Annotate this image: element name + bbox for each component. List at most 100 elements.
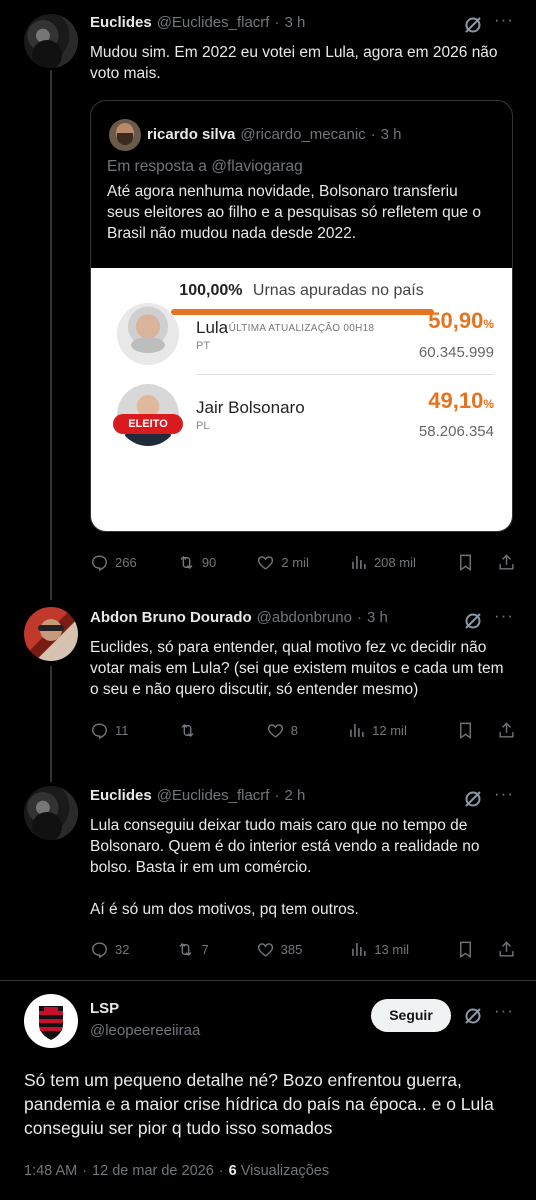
divider <box>0 980 536 981</box>
like-button[interactable]: 8 <box>266 721 298 740</box>
grok-icon[interactable] <box>463 1006 483 1026</box>
text-line: Mudou sim. Em 2022 eu votei em Lula, ago… <box>90 44 498 61</box>
text-line: Lula conseguiu deixar tudo mais caro que… <box>90 817 468 834</box>
candidate-votes: 58.206.354 <box>418 423 494 440</box>
percent-sign: % <box>483 397 494 411</box>
tweet-actions: 11 8 12 mil <box>90 719 516 741</box>
candidate-name: Jair Bolsonaro <box>196 398 305 417</box>
views-count: 6 <box>228 1163 237 1179</box>
author-name[interactable]: Abdon Bruno Dourado <box>90 609 252 626</box>
text-line: o seu e não quero discutir, só entender … <box>90 681 419 698</box>
author-handle[interactable]: @leopeereeiiraa <box>90 1022 200 1039</box>
reply-count: 266 <box>115 554 137 570</box>
post-text: Só tem um pequeno detalhe né? Bozo enfre… <box>24 1068 524 1140</box>
separator-dot: · <box>82 1163 88 1179</box>
avatar[interactable] <box>24 607 78 661</box>
reply-count: 32 <box>115 941 130 957</box>
text-line: voto mais. <box>90 65 161 82</box>
share-icon[interactable] <box>497 553 516 572</box>
candidate-percent: 50,90% <box>428 308 494 334</box>
quoted-tweet[interactable]: ricardo silva @ricardo_mecanic · 3 h Em … <box>90 100 513 532</box>
reply-button[interactable]: 266 <box>90 553 137 572</box>
post-time[interactable]: 1:48 AM <box>24 1163 77 1179</box>
like-icon <box>257 942 273 957</box>
views-button[interactable]: 12 mil <box>347 721 407 740</box>
grok-icon[interactable] <box>463 15 483 35</box>
views-icon <box>350 723 364 737</box>
election-results-card: 100,00% Urnas apuradas no país ÚLTIMA AT… <box>91 268 512 531</box>
candidate-photo-lula <box>117 303 179 365</box>
more-icon[interactable]: ··· <box>494 10 514 30</box>
share-icon[interactable] <box>497 721 516 740</box>
author-name[interactable]: Euclides <box>90 787 152 804</box>
views-icon <box>352 942 366 956</box>
post-date[interactable]: 12 de mar de 2026 <box>92 1163 214 1179</box>
percent-sign: % <box>483 317 494 331</box>
more-icon[interactable]: ··· <box>494 784 514 804</box>
quote-reply-to: Em resposta a @flaviogarag <box>107 158 303 175</box>
author-handle[interactable]: @abdonbruno <box>257 609 352 626</box>
bookmark-icon[interactable] <box>456 940 475 959</box>
separator-dot: · <box>274 14 280 31</box>
reply-count: 11 <box>115 722 129 738</box>
author-handle[interactable]: @Euclides_flacrf <box>157 14 270 31</box>
grok-icon[interactable] <box>463 611 483 631</box>
author-handle[interactable]: @Euclides_flacrf <box>157 787 270 804</box>
counted-label: Urnas apuradas no país <box>252 282 424 299</box>
like-count: 2 mil <box>281 554 309 570</box>
like-button[interactable]: 2 mil <box>256 553 309 572</box>
tweet-time[interactable]: 3 h <box>367 609 388 626</box>
bookmark-icon[interactable] <box>456 721 475 740</box>
grok-icon[interactable] <box>463 789 483 809</box>
retweet-button[interactable]: 7 <box>176 940 209 959</box>
views-count: 13 mil <box>374 941 409 957</box>
author-name[interactable]: LSP <box>90 1000 119 1017</box>
more-icon[interactable]: ··· <box>494 1001 514 1021</box>
text-line: seus eleitores ao filho e a pesquisas só… <box>107 204 481 221</box>
avatar[interactable] <box>24 994 78 1048</box>
retweet-count: 7 <box>201 941 209 957</box>
quote-header: ricardo silva @ricardo_mecanic · 3 h <box>147 126 402 143</box>
quote-time: 3 h <box>380 126 402 143</box>
text-line: bolso. Basta ir em um comércio. <box>90 859 312 876</box>
elected-badge: ELEITO <box>113 414 183 434</box>
views-count: 208 mil <box>373 554 416 570</box>
views-count: 12 mil <box>372 722 407 738</box>
text-line: Brasil não mudou nada desde 2022. <box>107 225 357 242</box>
share-icon[interactable] <box>497 940 516 959</box>
views-button[interactable]: 208 mil <box>349 553 416 572</box>
tweet-header: Euclides @Euclides_flacrf · 3 h <box>90 14 305 31</box>
text-line: Aí é só um dos motivos, pq tem outros. <box>90 901 359 918</box>
avatar[interactable] <box>24 786 78 840</box>
more-icon[interactable]: ··· <box>494 606 514 626</box>
author-name[interactable]: Euclides <box>90 14 152 31</box>
like-icon <box>258 555 274 570</box>
thread-line <box>50 666 52 782</box>
follow-button[interactable]: Seguir <box>371 999 451 1032</box>
avatar[interactable] <box>24 14 78 68</box>
like-button[interactable]: 385 <box>256 940 303 959</box>
tweet-text: Mudou sim. Em 2022 eu votei em Lula, ago… <box>90 42 520 84</box>
quote-author-name: ricardo silva <box>147 126 236 143</box>
tweet-header: Abdon Bruno Dourado @abdonbruno · 3 h <box>90 609 388 626</box>
separator-dot: · <box>218 1163 224 1179</box>
bookmark-icon[interactable] <box>456 553 475 572</box>
post-meta: 1:48 AM · 12 de mar de 2026 · 6 Visualiz… <box>24 1163 329 1179</box>
retweet-button[interactable]: 90 <box>177 553 216 572</box>
reply-icon <box>92 722 107 739</box>
retweet-count: 90 <box>201 554 217 570</box>
text-line: Euclides, só para entender, qual motivo … <box>90 639 487 656</box>
tweet-time[interactable]: 3 h <box>284 14 305 31</box>
reply-icon <box>92 554 107 571</box>
like-count: 385 <box>280 941 303 957</box>
reply-button[interactable]: 32 <box>90 940 129 959</box>
views-button[interactable]: 13 mil <box>349 940 409 959</box>
candidate-percent: 49,10% <box>428 388 494 414</box>
retweet-button[interactable] <box>178 721 217 740</box>
reply-icon <box>92 941 107 958</box>
quote-text: Até agora nenhuma novidade, Bolsonaro tr… <box>107 181 507 244</box>
tweet-time[interactable]: 2 h <box>284 787 305 804</box>
reply-button[interactable]: 11 <box>90 721 129 740</box>
tweet-actions: 266 90 2 mil 208 mil <box>90 551 516 573</box>
percent-value: 50,90 <box>428 308 484 333</box>
